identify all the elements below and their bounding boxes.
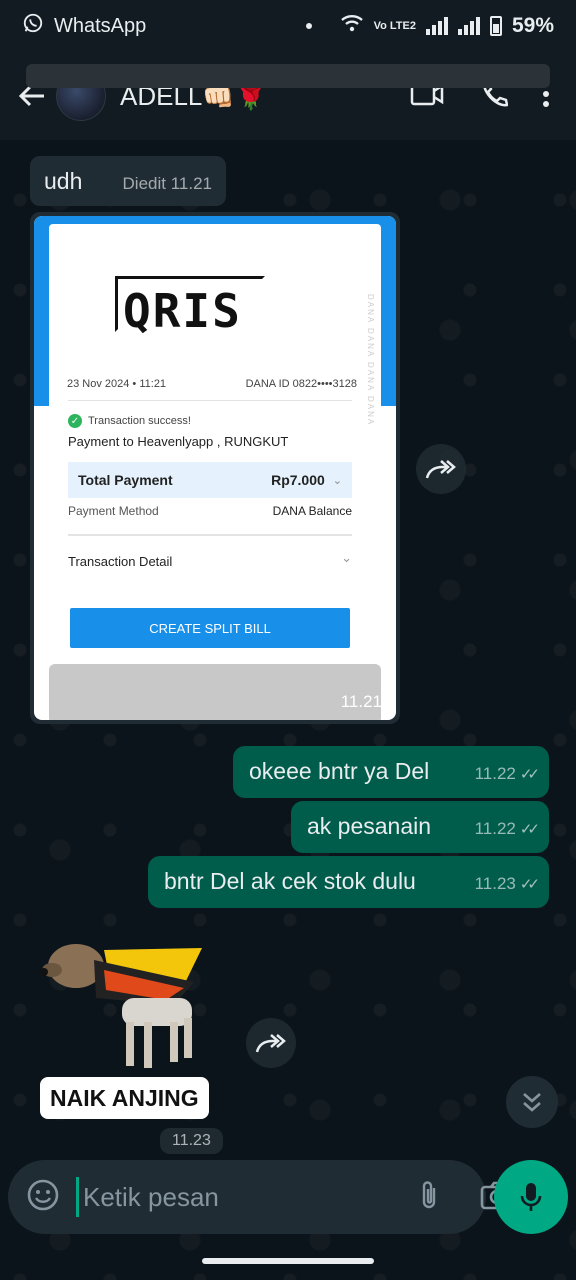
- message-text: bntr Del ak cek stok dulu: [164, 868, 416, 894]
- sticker-time: 11.23: [160, 1128, 223, 1154]
- outgoing-message[interactable]: okeee bntr ya Del 11.22 ✓✓: [233, 746, 549, 798]
- check-icon: ✓: [68, 414, 82, 428]
- message-time: 11.23: [474, 874, 516, 893]
- message-time: 11.22: [474, 819, 516, 838]
- receipt-card: QRIS 23 Nov 2024 • 11:21 DANA ID 0822•••…: [49, 224, 381, 654]
- sticker-caption: NAIK ANJING: [40, 1077, 209, 1119]
- total-label: Total Payment: [78, 472, 173, 488]
- message-time: 11.22: [474, 764, 516, 783]
- image-time: 11.21: [340, 692, 382, 711]
- forward-icon[interactable]: [416, 444, 466, 494]
- qris-logo: QRIS: [123, 284, 242, 338]
- read-ticks-icon: ✓✓: [519, 766, 540, 783]
- dog-sticker[interactable]: [34, 930, 234, 1080]
- image-message[interactable]: QRIS 23 Nov 2024 • 11:21 DANA ID 0822•••…: [30, 212, 400, 724]
- forward-icon-2[interactable]: [246, 1018, 296, 1068]
- message-meta: 11.22 ✓✓: [474, 819, 540, 839]
- attach-icon[interactable]: [418, 1178, 440, 1217]
- read-ticks-icon: ✓✓: [519, 821, 540, 838]
- notification-dot: [305, 23, 312, 29]
- message-composer: [8, 1160, 514, 1234]
- signal-icon: [425, 17, 448, 35]
- whatsapp-icon: [22, 12, 44, 40]
- split-bill-button: CREATE SPLIT BILL: [70, 608, 350, 648]
- transaction-detail: Transaction Detail: [68, 554, 173, 569]
- receipt-dana-id: DANA ID 0822••••3128: [245, 378, 357, 390]
- status-bar: WhatsApp Vo LTE2 59%: [0, 0, 576, 52]
- chevron-down-icon-2: ⌄: [341, 550, 352, 565]
- read-ticks-icon: ✓✓: [519, 876, 540, 893]
- message-meta: 11.22 ✓✓: [474, 764, 540, 784]
- battery-percent: 59%: [511, 14, 554, 37]
- receipt-image[interactable]: QRIS 23 Nov 2024 • 11:21 DANA ID 0822•••…: [34, 216, 396, 720]
- method-label: Payment Method: [68, 504, 159, 518]
- message-input[interactable]: [76, 1177, 418, 1217]
- signal-icon-2: [457, 17, 480, 35]
- message-meta: Diedit 11.21: [122, 174, 212, 193]
- receipt-date: 23 Nov 2024 • 11:21: [67, 378, 167, 390]
- network-label: Vo LTE2: [373, 20, 416, 32]
- outgoing-message[interactable]: ak pesanain 11.22 ✓✓: [291, 801, 549, 853]
- receipt-blurred-area: [49, 664, 381, 720]
- redaction-bar: [26, 64, 550, 88]
- incoming-message[interactable]: udh Diedit 11.21: [30, 156, 226, 206]
- message-text: okeee bntr ya Del: [249, 758, 430, 784]
- chevron-down-icon: ⌄: [332, 474, 342, 487]
- message-text: ak pesanain: [307, 813, 432, 839]
- status-app-name: WhatsApp: [54, 14, 147, 37]
- total-value: Rp7.000: [271, 472, 325, 488]
- receipt-payment-to: Payment to Heavenlyapp , RUNGKUT: [68, 434, 289, 449]
- total-payment-row: Total Payment Rp7.000 ⌄: [68, 462, 352, 498]
- double-chevron-down-icon[interactable]: [506, 1076, 558, 1128]
- wifi-icon: [340, 13, 364, 39]
- home-indicator[interactable]: [202, 1258, 374, 1264]
- method-value: DANA Balance: [272, 504, 352, 518]
- outgoing-message[interactable]: bntr Del ak cek stok dulu 11.23 ✓✓: [148, 856, 549, 908]
- receipt-divider-2: [68, 534, 352, 536]
- receipt-divider: [68, 400, 352, 401]
- battery-icon: [489, 16, 502, 36]
- message-text: udh: [44, 168, 83, 194]
- receipt-status: ✓ Transaction success!: [68, 414, 191, 428]
- mic-icon[interactable]: [494, 1160, 568, 1234]
- dana-watermark: DANA DANA DANA DANA: [366, 294, 375, 427]
- emoji-icon[interactable]: [26, 1178, 60, 1217]
- status-text: Transaction success!: [88, 415, 191, 427]
- message-meta: 11.23 ✓✓: [474, 874, 540, 894]
